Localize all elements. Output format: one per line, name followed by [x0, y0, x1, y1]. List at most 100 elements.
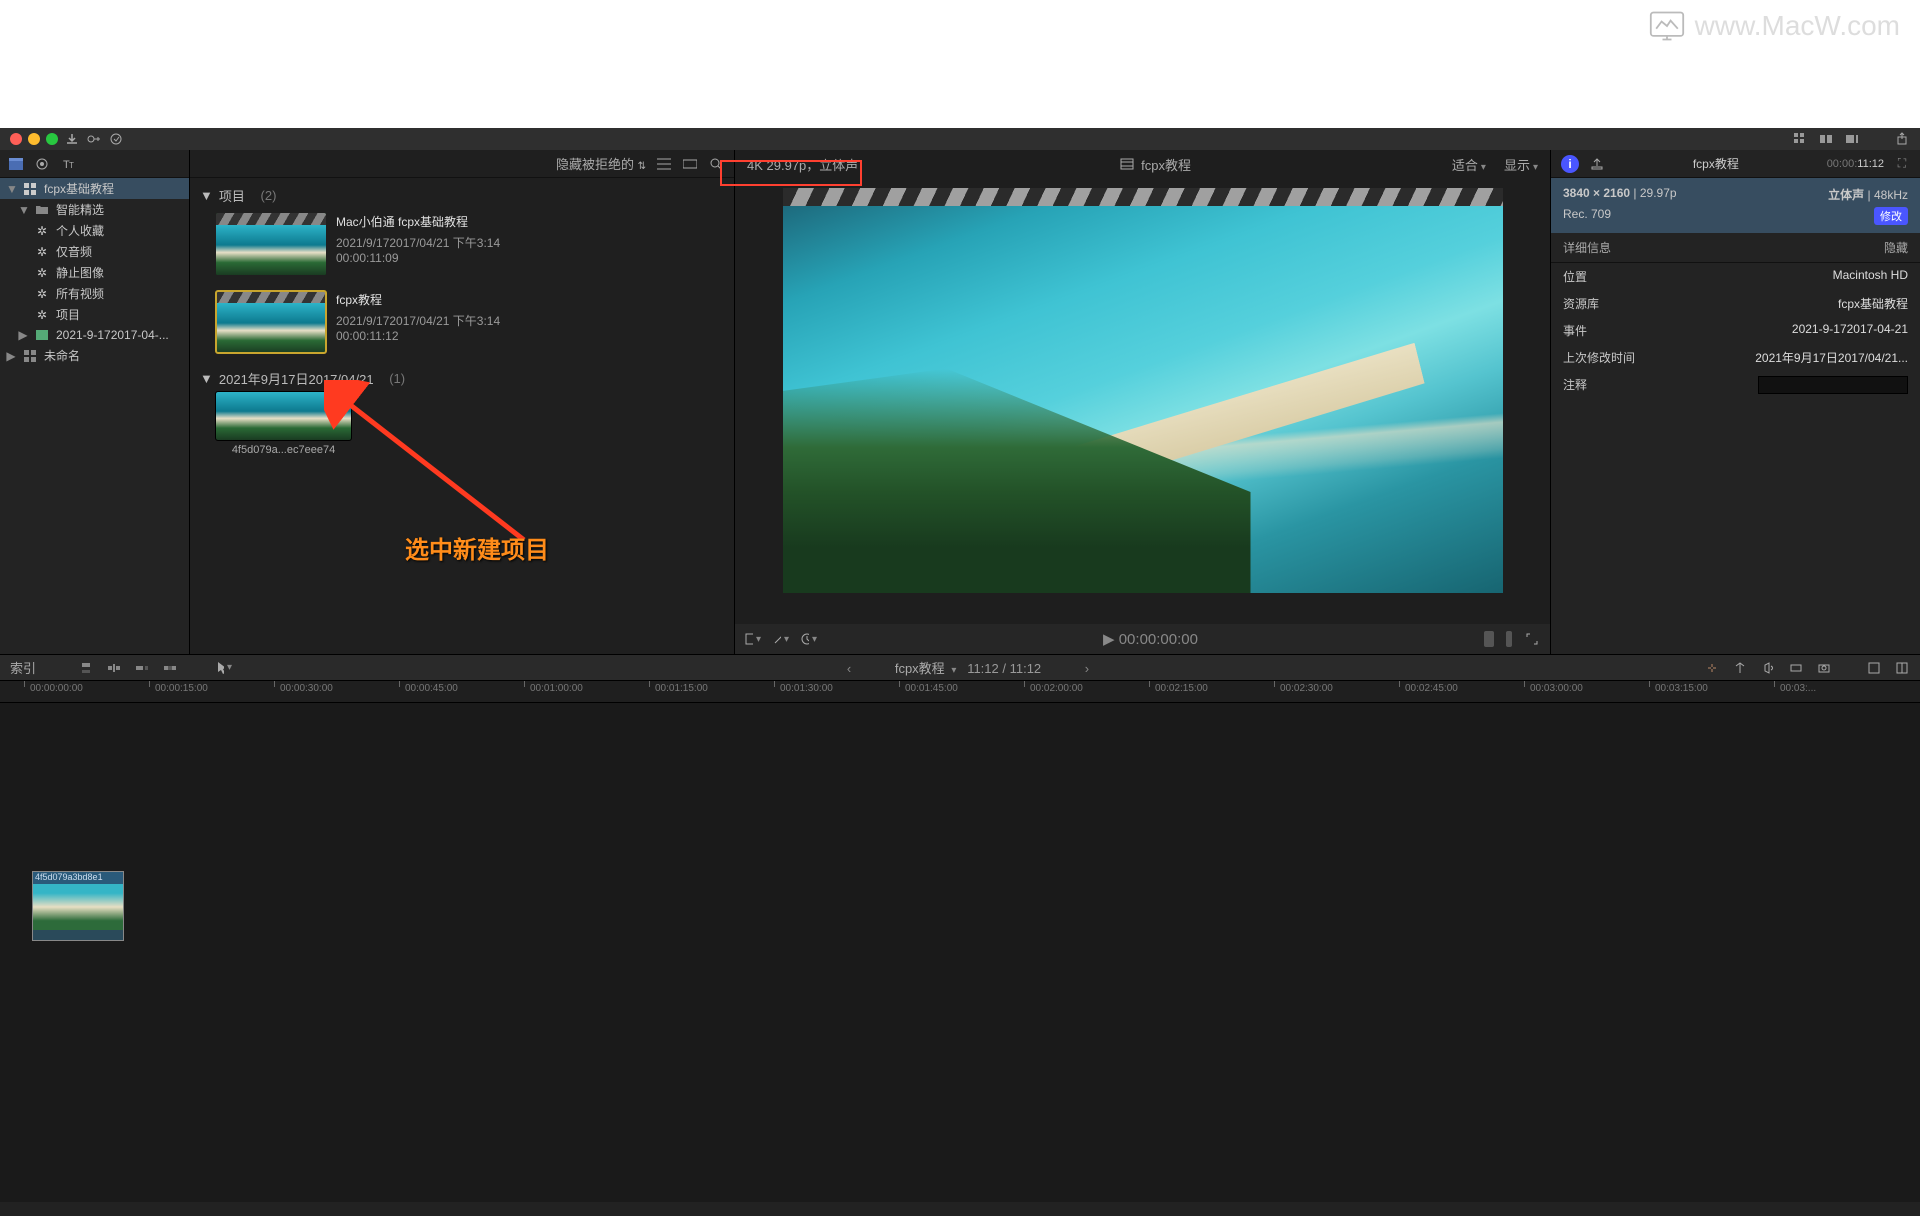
ruler-tick: 00:03:... [1780, 683, 1816, 694]
audio-skimming-icon[interactable] [1760, 660, 1776, 676]
zoom-dropdown[interactable]: 适合 [1452, 155, 1486, 174]
smart-item-stills[interactable]: ✲静止图像 [0, 262, 189, 283]
ruler-tick: 00:02:30:00 [1280, 683, 1333, 694]
timeline-index-button[interactable]: 索引 [10, 658, 36, 677]
snapshot-icon[interactable] [1816, 660, 1832, 676]
photos-icon[interactable] [34, 156, 50, 172]
project-item-selected[interactable]: fcpx教程 2021/9/172017/04/21 下午3:14 00:00:… [198, 287, 726, 365]
gear-icon: ✲ [34, 265, 50, 281]
gear-icon: ✲ [34, 307, 50, 323]
transitions-browser-icon[interactable] [1894, 660, 1910, 676]
library-item[interactable]: ▼ fcpx基础教程 [0, 178, 189, 199]
ruler-tick: 00:01:30:00 [780, 683, 833, 694]
enhance-tool-icon[interactable] [773, 631, 789, 647]
annotation-highlight-box [720, 160, 862, 186]
overwrite-clip-icon[interactable] [162, 660, 178, 676]
ruler-tick: 00:00:30:00 [280, 683, 333, 694]
expand-icon[interactable]: ⛶ [1894, 156, 1910, 172]
retime-tool-icon[interactable] [801, 631, 817, 647]
timeline-history-prev[interactable]: ‹ [847, 661, 851, 676]
render-status-icon[interactable] [108, 131, 124, 147]
audio-meter [1484, 631, 1494, 647]
clapper-icon[interactable] [8, 156, 24, 172]
transform-tool-icon[interactable] [745, 631, 761, 647]
filmstrip-view-icon[interactable] [682, 156, 698, 172]
snapping-icon[interactable] [1704, 660, 1720, 676]
library-sidebar: TT ▼ fcpx基础教程 ▼ 智能精选 ✲个人收藏 ✲仅音频 ✲静止图像 ✲所… [0, 150, 190, 654]
layouts-dual-icon[interactable] [1818, 131, 1834, 147]
ruler-tick: 00:01:00:00 [530, 683, 583, 694]
modify-button[interactable]: 修改 [1874, 207, 1908, 225]
smart-item-audio[interactable]: ✲仅音频 [0, 241, 189, 262]
audio-meter [1506, 631, 1512, 647]
ruler-tick: 00:00:00:00 [30, 683, 83, 694]
project-thumbnail [216, 213, 326, 275]
timeline-project-name[interactable]: fcpx教程 [895, 661, 945, 676]
viewer-canvas[interactable] [783, 188, 1503, 593]
ruler-tick: 00:03:00:00 [1530, 683, 1583, 694]
viewer-project-name: fcpx教程 [1141, 155, 1191, 174]
fullscreen-icon[interactable] [1524, 631, 1540, 647]
view-dropdown[interactable]: 显示 [1504, 155, 1538, 174]
effects-browser-icon[interactable] [1866, 660, 1882, 676]
info-tab-icon[interactable]: i [1561, 155, 1579, 173]
ruler-tick: 00:01:45:00 [905, 683, 958, 694]
inspector-row-library: 资源库fcpx基础教程 [1551, 290, 1920, 317]
smart-item-projects[interactable]: ✲项目 [0, 304, 189, 325]
layouts-inspector-icon[interactable] [1844, 131, 1860, 147]
window-maximize-button[interactable] [46, 133, 58, 145]
skimming-icon[interactable] [1732, 660, 1748, 676]
inspector-title: fcpx教程 [1615, 155, 1817, 172]
keyword-icon[interactable] [86, 131, 102, 147]
inspector-panel: i fcpx教程 00:00:11:12 ⛶ 3840 × 2160 | 29.… [1550, 150, 1920, 654]
project-item[interactable]: Mac小伯通 fcpx基础教程 2021/9/172017/04/21 下午3:… [198, 209, 726, 287]
ruler-tick: 00:00:45:00 [405, 683, 458, 694]
window-minimize-button[interactable] [28, 133, 40, 145]
smart-item-favorites[interactable]: ✲个人收藏 [0, 220, 189, 241]
viewer-panel: 4K 29.97p，立体声 fcpx教程 适合 显示 [735, 150, 1550, 654]
share-icon[interactable] [1894, 131, 1910, 147]
timeline-tracks[interactable]: 4f5d079a3bd8e1 [0, 703, 1920, 1202]
import-icon[interactable] [64, 131, 80, 147]
viewer-controls: ▶ 00:00:00:00 [735, 624, 1550, 654]
ruler-tick: 00:03:15:00 [1655, 683, 1708, 694]
event-item[interactable]: ▶2021-9-172017-04-... [0, 325, 189, 345]
inspector-row-location: 位置Macintosh HD [1551, 263, 1920, 290]
ruler-tick: 00:02:45:00 [1405, 683, 1458, 694]
window-close-button[interactable] [10, 133, 22, 145]
folder-icon [34, 202, 50, 218]
timeline-history-next[interactable]: › [1085, 661, 1089, 676]
select-tool-icon[interactable] [216, 660, 232, 676]
insert-clip-icon[interactable] [106, 660, 122, 676]
ruler-tick: 00:02:15:00 [1155, 683, 1208, 694]
hide-button[interactable]: 隐藏 [1884, 239, 1908, 256]
timeline-clip[interactable]: 4f5d079a3bd8e1 [32, 871, 124, 941]
titles-icon[interactable]: TT [60, 156, 76, 172]
projects-section-header[interactable]: ▼项目 (2) [198, 182, 726, 209]
timeline-ruler[interactable]: 00:00:00:00 00:00:15:00 00:00:30:00 00:00:4… [0, 681, 1920, 703]
ruler-tick: 00:00:15:00 [155, 683, 208, 694]
inspector-duration: 00:00:11:12 [1827, 158, 1884, 170]
notes-input[interactable] [1758, 376, 1908, 394]
window-titlebar [0, 128, 1920, 150]
inspector-row-event: 事件2021-9-172017-04-21 [1551, 317, 1920, 344]
append-clip-icon[interactable] [134, 660, 150, 676]
gear-icon: ✲ [34, 223, 50, 239]
timeline-status-bar [0, 1202, 1920, 1216]
library-name: fcpx基础教程 [44, 180, 114, 197]
viewer-timecode[interactable]: ▶ 00:00:00:00 [829, 630, 1472, 648]
smart-collection-folder[interactable]: ▼ 智能精选 [0, 199, 189, 220]
layouts-grid-icon[interactable] [1792, 131, 1808, 147]
project-thumbnail [216, 291, 326, 353]
watermark-logo: www.MacW.com [1649, 10, 1900, 42]
list-view-icon[interactable] [656, 156, 672, 172]
library-untitled[interactable]: ▶未命名 [0, 345, 189, 366]
filter-dropdown[interactable]: 隐藏被拒绝的 ⇅ [556, 154, 646, 173]
inspector-row-modified: 上次修改时间2021年9月17日2017/04/21... [1551, 344, 1920, 371]
smart-item-video[interactable]: ✲所有视频 [0, 283, 189, 304]
inspector-row-notes: 注释 [1551, 371, 1920, 399]
annotation-text: 选中新建项目 [405, 530, 549, 565]
connect-clip-icon[interactable] [78, 660, 94, 676]
solo-icon[interactable] [1788, 660, 1804, 676]
share-tab-icon[interactable] [1589, 156, 1605, 172]
